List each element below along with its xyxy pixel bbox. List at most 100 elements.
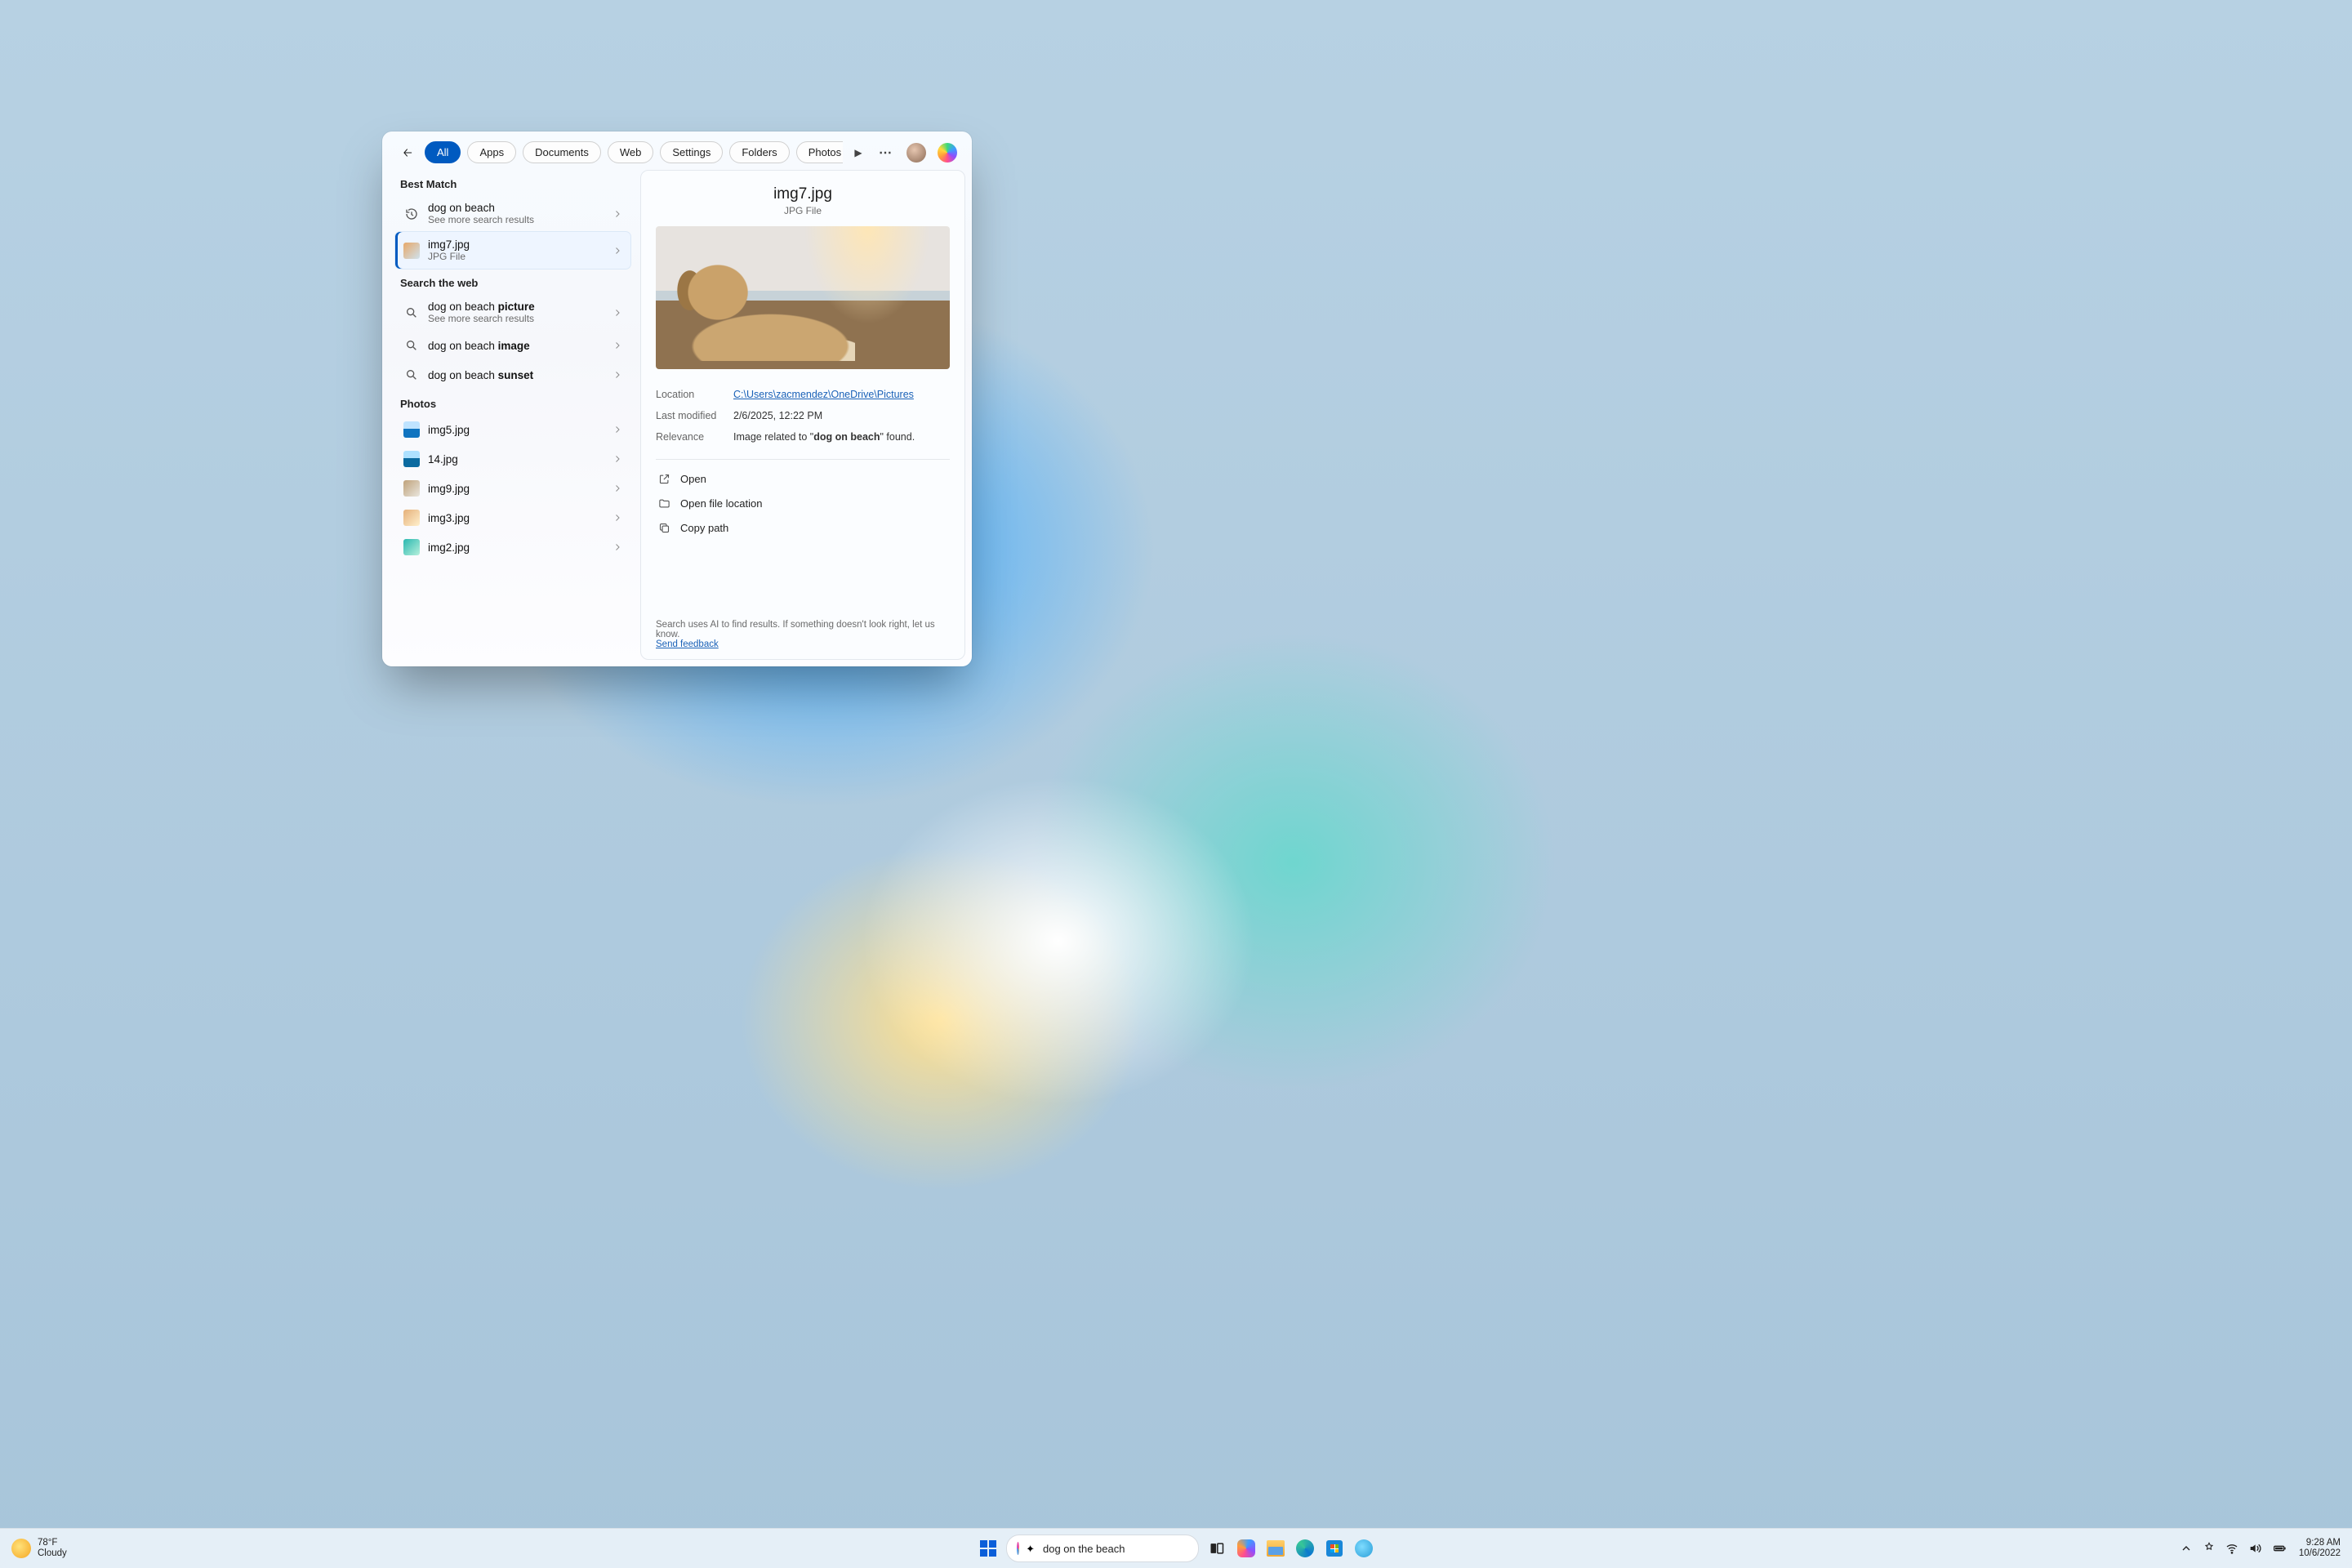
copilot-app-icon bbox=[1237, 1539, 1255, 1557]
image-thumbnail-icon bbox=[403, 539, 420, 555]
file-explorer-icon bbox=[1267, 1540, 1285, 1557]
user-avatar[interactable] bbox=[906, 143, 926, 163]
pinned-app-explorer[interactable] bbox=[1264, 1537, 1287, 1560]
preview-title: img7.jpg bbox=[656, 185, 950, 203]
tray-chevron-up-icon[interactable] bbox=[2180, 1542, 2193, 1555]
pinned-app-copilot[interactable] bbox=[1235, 1537, 1258, 1560]
photo-result-1[interactable]: 14.jpg bbox=[395, 444, 630, 474]
panel-body: Best Match dog on beachSee more search r… bbox=[382, 170, 972, 666]
app-icon bbox=[1355, 1539, 1373, 1557]
start-search-panel: /*noop to keep structure readable*/ AllA… bbox=[382, 131, 972, 666]
battery-icon[interactable] bbox=[2271, 1542, 2289, 1555]
photo-result-3[interactable]: img3.jpg bbox=[395, 503, 630, 532]
copilot-icon[interactable] bbox=[938, 143, 957, 163]
taskbar-weather-widget[interactable]: 78°F Cloudy bbox=[0, 1538, 67, 1559]
taskbar-search-input[interactable] bbox=[1041, 1542, 1188, 1556]
photo-result-0[interactable]: img5.jpg bbox=[395, 415, 630, 444]
section-photos-header: Photos bbox=[395, 390, 630, 415]
meta-modified-value: 2/6/2025, 12:22 PM bbox=[733, 410, 950, 421]
filter-chip-documents[interactable]: Documents bbox=[523, 141, 601, 163]
result-title: img9.jpg bbox=[428, 483, 604, 495]
image-thumbnail-icon bbox=[403, 480, 420, 497]
meta-row-relevance: Relevance Image related to "dog on beach… bbox=[656, 426, 950, 448]
action-open-location[interactable]: Open file location bbox=[656, 491, 950, 515]
pinned-app-extra[interactable] bbox=[1352, 1537, 1375, 1560]
image-thumbnail-icon bbox=[403, 451, 420, 467]
chevron-right-icon bbox=[612, 308, 622, 318]
chevron-right-icon bbox=[612, 246, 622, 256]
back-button[interactable] bbox=[397, 142, 418, 163]
clock-time: 9:28 AM bbox=[2299, 1538, 2341, 1548]
weather-text: 78°F Cloudy bbox=[38, 1538, 67, 1559]
start-button[interactable] bbox=[977, 1537, 1000, 1560]
best-match-result-0[interactable]: dog on beachSee more search results bbox=[395, 195, 630, 232]
edge-icon bbox=[1296, 1539, 1314, 1557]
weather-condition: Cloudy bbox=[38, 1548, 67, 1559]
feedback-link[interactable]: Send feedback bbox=[656, 639, 719, 649]
task-view-button[interactable] bbox=[1205, 1537, 1228, 1560]
wifi-icon[interactable] bbox=[2225, 1542, 2238, 1555]
meta-row-modified: Last modified 2/6/2025, 12:22 PM bbox=[656, 405, 950, 426]
search-icon bbox=[403, 337, 420, 354]
chevron-right-icon bbox=[612, 542, 622, 552]
chevron-right-icon bbox=[612, 483, 622, 493]
web-result-2[interactable]: dog on beach sunset bbox=[395, 360, 630, 390]
result-title: dog on beach bbox=[428, 202, 604, 214]
best-match-result-1[interactable]: img7.jpgJPG File bbox=[395, 232, 630, 269]
ai-disclaimer-text: Search uses AI to find results. If somet… bbox=[656, 620, 935, 639]
photo-result-4[interactable]: img2.jpg bbox=[395, 532, 630, 562]
result-title: dog on beach picture bbox=[428, 301, 604, 313]
result-subtitle: JPG File bbox=[428, 251, 604, 262]
image-thumbnail-icon bbox=[403, 421, 420, 438]
web-result-1[interactable]: dog on beach image bbox=[395, 331, 630, 360]
image-thumbnail-icon bbox=[403, 510, 420, 526]
action-copy-path[interactable]: Copy path bbox=[656, 515, 950, 540]
result-title: img2.jpg bbox=[428, 541, 604, 554]
result-title: img7.jpg bbox=[428, 238, 604, 251]
preview-subtitle: JPG File bbox=[656, 205, 950, 216]
preview-pane: img7.jpg JPG File Location C:\Users\zacm… bbox=[640, 170, 965, 660]
relevance-query: dog on beach bbox=[813, 431, 880, 443]
result-title: img5.jpg bbox=[428, 424, 604, 436]
chevron-right-icon bbox=[612, 513, 622, 523]
search-icon bbox=[403, 305, 420, 321]
action-copy-path-label: Copy path bbox=[680, 522, 728, 534]
filter-chip-settings[interactable]: Settings bbox=[660, 141, 723, 163]
taskbar-tray: 9:28 AM 10/6/2022 bbox=[2180, 1538, 2352, 1559]
desktop-wallpaper[interactable] bbox=[0, 0, 2352, 1568]
relevance-prefix: Image related to " bbox=[733, 431, 813, 443]
filters-scroll-right-icon[interactable]: ▶ bbox=[849, 147, 867, 158]
meta-modified-label: Last modified bbox=[656, 410, 733, 421]
action-open-location-label: Open file location bbox=[680, 497, 762, 510]
weather-temp: 78°F bbox=[38, 1538, 67, 1548]
result-title: 14.jpg bbox=[428, 453, 604, 466]
more-options-button[interactable]: ⋯ bbox=[874, 145, 897, 161]
filter-chip-web[interactable]: Web bbox=[608, 141, 654, 163]
pinned-app-store[interactable] bbox=[1323, 1537, 1346, 1560]
filter-chip-all[interactable]: All bbox=[425, 141, 461, 163]
tray-copilot-icon[interactable] bbox=[2203, 1542, 2216, 1555]
search-icon bbox=[403, 367, 420, 383]
filter-chip-apps[interactable]: Apps bbox=[467, 141, 516, 163]
preview-image[interactable] bbox=[656, 226, 950, 369]
panel-header: /*noop to keep structure readable*/ AllA… bbox=[382, 131, 972, 170]
ai-disclaimer: Search uses AI to find results. If somet… bbox=[656, 608, 950, 649]
history-icon bbox=[403, 206, 420, 222]
result-subtitle: See more search results bbox=[428, 313, 604, 324]
photo-result-2[interactable]: img9.jpg bbox=[395, 474, 630, 503]
volume-icon[interactable] bbox=[2248, 1542, 2261, 1555]
chevron-right-icon bbox=[612, 454, 622, 464]
action-open[interactable]: Open bbox=[656, 466, 950, 491]
web-result-0[interactable]: dog on beach pictureSee more search resu… bbox=[395, 294, 630, 331]
pinned-app-edge[interactable] bbox=[1294, 1537, 1316, 1560]
taskbar-search-box[interactable]: ✦ bbox=[1006, 1535, 1199, 1562]
filter-chip-folders[interactable]: Folders bbox=[729, 141, 789, 163]
open-icon bbox=[657, 472, 670, 485]
filter-chip-photos[interactable]: Photos bbox=[796, 141, 843, 163]
chevron-right-icon bbox=[612, 425, 622, 434]
meta-location-value[interactable]: C:\Users\zacmendez\OneDrive\Pictures bbox=[733, 389, 950, 400]
meta-location-label: Location bbox=[656, 389, 733, 400]
taskbar-center: ✦ bbox=[977, 1535, 1375, 1562]
image-thumbnail-icon bbox=[403, 243, 420, 259]
taskbar-clock[interactable]: 9:28 AM 10/6/2022 bbox=[2299, 1538, 2341, 1559]
